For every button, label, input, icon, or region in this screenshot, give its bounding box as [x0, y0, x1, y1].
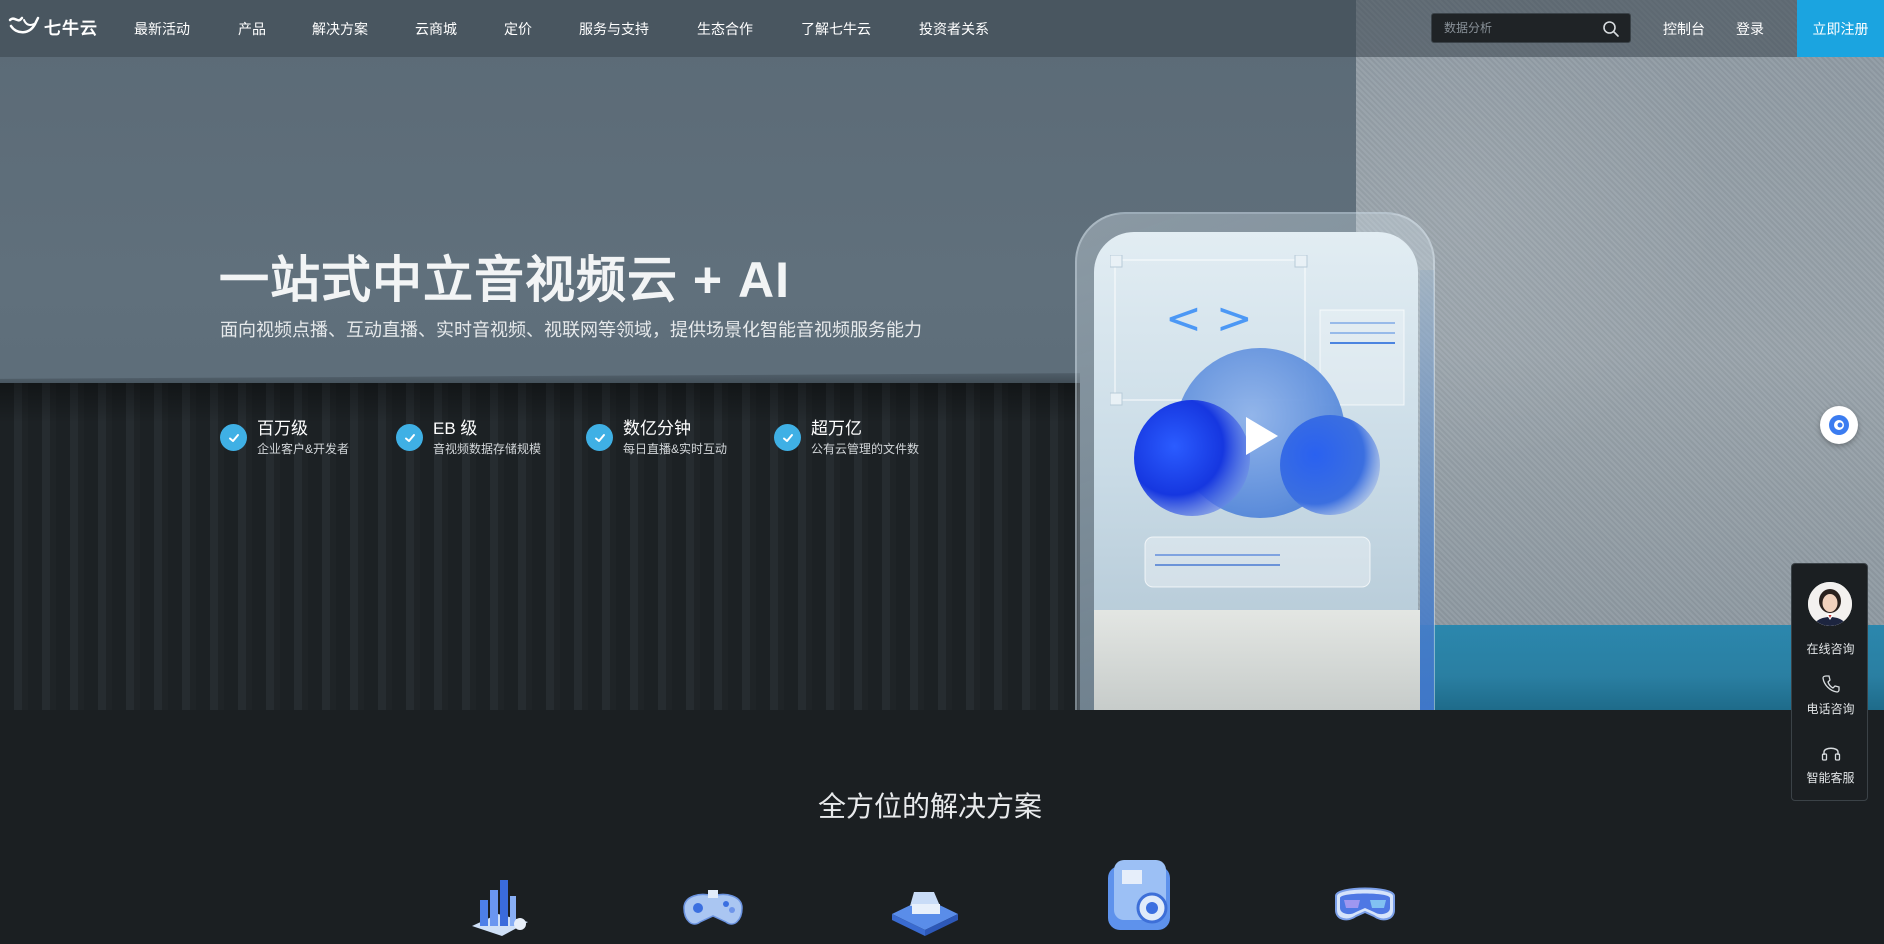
car-3d-icon[interactable]: [888, 876, 962, 940]
nav-item-products[interactable]: 产品: [238, 19, 266, 39]
search-input[interactable]: [1432, 14, 1616, 42]
stat-title: EB 级: [433, 419, 478, 438]
hero-banner: 一站式中立音视频云 + AI 面向视频点播、互动直播、实时音视频、视联网等领域，…: [0, 0, 1884, 710]
signup-button[interactable]: 立即注册: [1797, 0, 1884, 57]
stat-item: EB 级 音视频数据存储规模: [396, 418, 586, 458]
check-icon: [774, 424, 801, 451]
device-illustration-edge: [1420, 270, 1434, 710]
logo[interactable]: 七牛云: [8, 14, 98, 39]
check-icon: [220, 424, 247, 451]
login-link[interactable]: 登录: [1736, 19, 1764, 39]
camera-3d-icon[interactable]: [1100, 856, 1180, 940]
stat-desc: 企业客户&开发者: [257, 442, 350, 456]
hero-title: 一站式中立音视频云 + AI: [219, 252, 790, 308]
chart-3d-icon[interactable]: [466, 874, 532, 940]
stat-item: 超万亿 公有云管理的文件数: [774, 418, 954, 458]
stat-desc: 音视频数据存储规模: [433, 442, 542, 456]
nav-item-pricing[interactable]: 定价: [504, 19, 532, 39]
device-illustration-base: [1094, 610, 1420, 710]
stat-desc: 公有云管理的文件数: [811, 442, 920, 456]
console-link[interactable]: 控制台: [1663, 19, 1705, 39]
vr-headset-3d-icon[interactable]: [1330, 878, 1400, 930]
side-contact-panel: 在线咨询 电话咨询 智能客服: [1791, 563, 1868, 801]
top-nav: 七牛云 最新活动 产品 解决方案 云商城 定价 服务与支持 生态合作 了解七牛云…: [0, 0, 1884, 57]
video-cloud-illustration: < >: [1110, 255, 1405, 588]
hero-subtitle: 面向视频点播、互动直播、实时音视频、视联网等领域，提供场景化智能音视频服务能力: [220, 320, 922, 340]
nav-item-activities[interactable]: 最新活动: [134, 19, 190, 39]
brand-name: 七牛云: [44, 19, 98, 38]
check-icon: [396, 424, 423, 451]
nav-item-solutions[interactable]: 解决方案: [312, 19, 368, 39]
phone-icon[interactable]: [1821, 674, 1841, 694]
chat-bubble-icon: [1829, 415, 1849, 435]
solutions-icon-row: [0, 860, 1884, 944]
stat-item: 数亿分钟 每日直播&实时互动: [586, 418, 774, 458]
gamepad-3d-icon[interactable]: [678, 880, 748, 940]
nav-item-about[interactable]: 了解七牛云: [801, 19, 871, 39]
search-icon[interactable]: [1602, 20, 1620, 38]
nav-menu: 最新活动 产品 解决方案 云商城 定价 服务与支持 生态合作 了解七牛云 投资者…: [134, 0, 989, 57]
stat-desc: 每日直播&实时互动: [623, 442, 728, 456]
online-consult-label[interactable]: 在线咨询: [1792, 640, 1869, 657]
chat-bubble-button[interactable]: [1820, 406, 1858, 444]
hero-stats: 百万级 企业客户&开发者 EB 级 音视频数据存储规模 数亿分钟 每日直播&实时…: [220, 418, 954, 458]
agent-avatar[interactable]: [1808, 582, 1852, 626]
stat-item: 百万级 企业客户&开发者: [220, 418, 396, 458]
nav-item-support[interactable]: 服务与支持: [579, 19, 649, 39]
nav-item-ecosystem[interactable]: 生态合作: [697, 19, 753, 39]
phone-consult-label[interactable]: 电话咨询: [1792, 700, 1869, 717]
search-box: [1431, 13, 1631, 43]
headset-icon[interactable]: [1820, 742, 1842, 764]
svg-text:< >: < >: [1165, 293, 1253, 344]
check-icon: [586, 424, 613, 451]
solutions-title: 全方位的解决方案: [817, 791, 1042, 822]
nav-item-investors[interactable]: 投资者关系: [919, 19, 989, 39]
smart-service-label[interactable]: 智能客服: [1792, 769, 1869, 786]
qiniu-logo-icon: [8, 16, 40, 33]
stat-title: 数亿分钟: [623, 419, 691, 438]
nav-item-marketplace[interactable]: 云商城: [415, 19, 457, 39]
stat-title: 超万亿: [811, 419, 862, 438]
stat-title: 百万级: [257, 419, 308, 438]
